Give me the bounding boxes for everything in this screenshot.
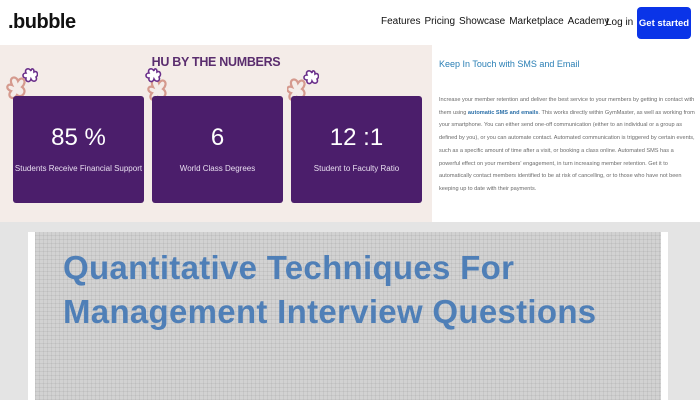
nav-link-marketplace[interactable]: Marketplace bbox=[509, 16, 563, 27]
article-banner-image: Quantitative Techniques For Management I… bbox=[28, 232, 668, 400]
stat-value: 85 % bbox=[51, 124, 106, 151]
stat-value: 12 :1 bbox=[329, 124, 384, 151]
sms-email-info-panel: Keep In Touch with SMS and Email Increas… bbox=[432, 45, 700, 222]
stat-card-degrees: 6 World Class Degrees bbox=[152, 96, 283, 203]
bubble-logo[interactable]: .bubble bbox=[8, 11, 76, 34]
get-started-button[interactable]: Get started bbox=[637, 7, 691, 39]
banner-title: Quantitative Techniques For Management I… bbox=[63, 249, 597, 330]
info-body: Increase your member retention and deliv… bbox=[439, 94, 695, 196]
stats-section: HU BY THE NUMBERS 85 % Students Receive … bbox=[0, 45, 432, 222]
nav-links: Features Pricing Showcase Marketplace Ac… bbox=[381, 16, 609, 27]
top-navbar: .bubble Features Pricing Showcase Market… bbox=[0, 0, 700, 45]
stat-label: World Class Degrees bbox=[179, 164, 256, 173]
stat-card-financial-support: 85 % Students Receive Financial Support bbox=[13, 96, 144, 203]
info-rest: . This works directly within GymMaster, … bbox=[439, 109, 695, 192]
nav-link-pricing[interactable]: Pricing bbox=[424, 16, 455, 27]
stat-label: Students Receive Financial Support bbox=[14, 164, 143, 173]
info-title: Keep In Touch with SMS and Email bbox=[439, 59, 580, 69]
stats-title: HU BY THE NUMBERS bbox=[151, 55, 281, 69]
info-highlight-link[interactable]: automatic SMS and emails bbox=[468, 110, 539, 116]
stat-label: Student to Faculty Ratio bbox=[313, 164, 400, 173]
stat-card-faculty-ratio: 12 :1 Student to Faculty Ratio bbox=[291, 96, 422, 203]
stat-value: 6 bbox=[210, 124, 225, 151]
nav-link-features[interactable]: Features bbox=[381, 16, 420, 27]
login-link[interactable]: Log in bbox=[606, 17, 633, 28]
nav-link-academy[interactable]: Academy bbox=[568, 16, 610, 27]
nav-link-showcase[interactable]: Showcase bbox=[459, 16, 505, 27]
